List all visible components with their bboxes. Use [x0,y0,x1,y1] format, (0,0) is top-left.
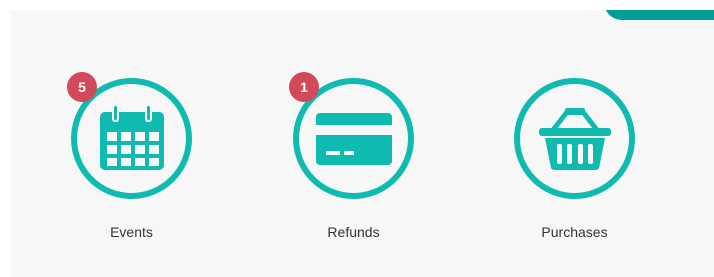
refunds-label: Refunds [327,224,380,240]
refunds-badge: 1 [289,72,319,102]
events-label: Events [110,224,153,240]
purchases-label: Purchases [541,224,608,240]
shopping-basket-icon [538,107,611,170]
corner-tab [604,10,714,20]
dashboard-panel: 5 Events 1 Refunds Purchases [10,10,714,277]
events-badge: 5 [67,72,97,102]
purchases-tile[interactable]: Purchases [498,78,658,240]
purchases-circle [514,78,635,199]
calendar-icon [99,105,164,170]
refunds-tile[interactable]: 1 Refunds [277,72,437,240]
credit-card-icon [315,112,392,165]
events-tile[interactable]: 5 Events [55,72,215,240]
